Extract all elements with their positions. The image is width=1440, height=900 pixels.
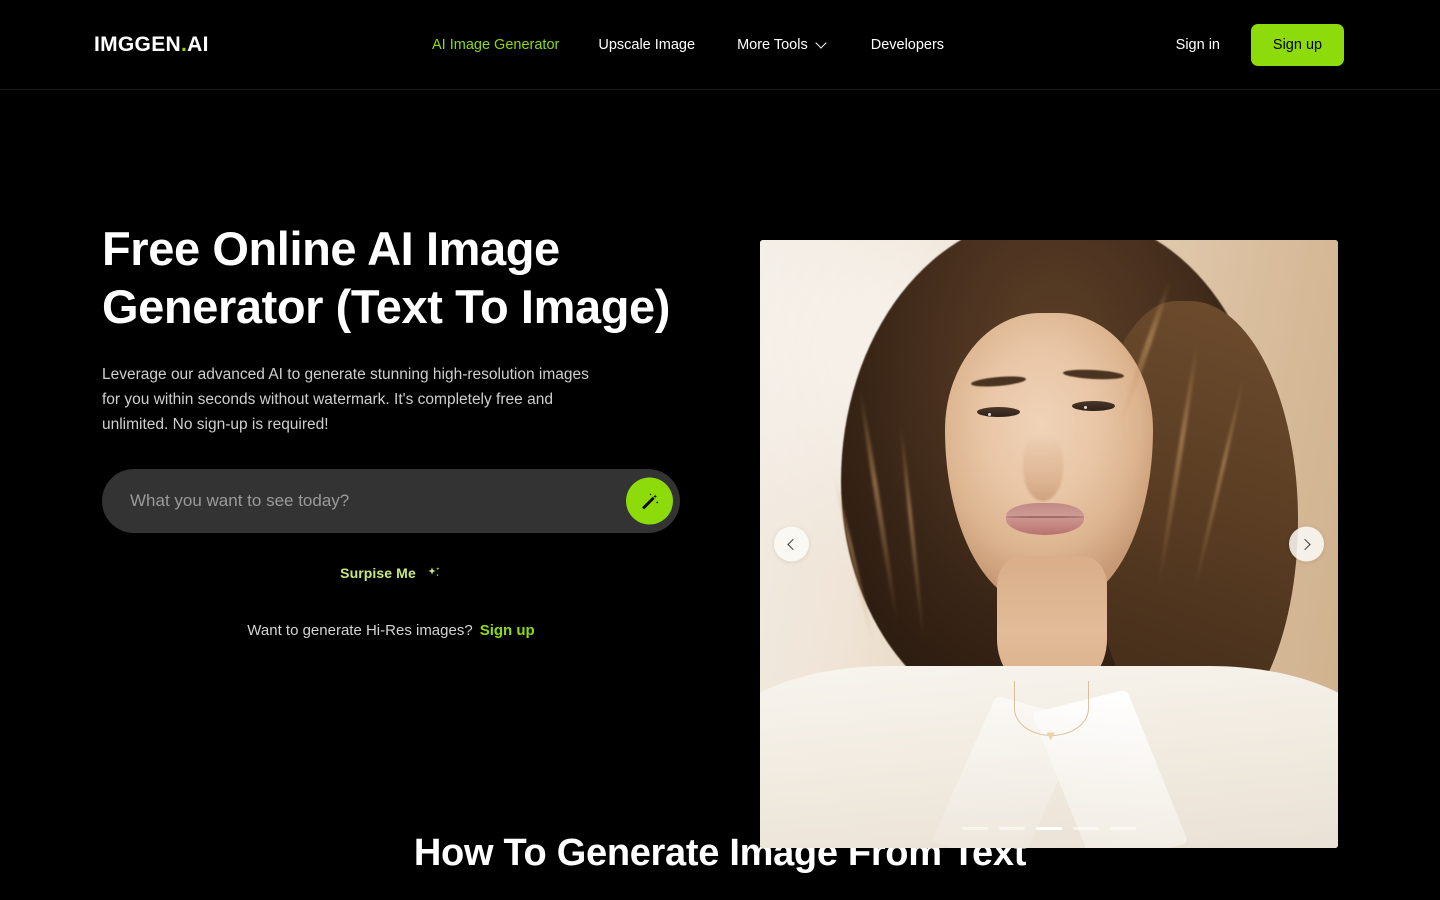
carousel-dot[interactable]	[1073, 827, 1099, 830]
logo[interactable]: IMGGEN. AI	[94, 33, 209, 57]
magic-wand-icon	[641, 492, 659, 509]
sparkles-icon	[428, 567, 440, 577]
hires-text: Want to generate Hi-Res images?	[247, 622, 473, 639]
image-eye-highlight-right	[1083, 405, 1087, 409]
image-lip-line	[1005, 516, 1084, 518]
sign-up-button[interactable]: Sign up	[1251, 24, 1344, 66]
logo-main-text: IMGGEN	[94, 33, 181, 56]
nav-item-more-tools[interactable]: More Tools	[737, 35, 826, 55]
carousel-next-button[interactable]	[1289, 526, 1324, 562]
main-navigation: AI Image Generator Upscale Image More To…	[432, 0, 944, 90]
carousel-image	[760, 240, 1338, 848]
carousel-dot[interactable]	[1110, 827, 1136, 830]
hires-sign-up-link[interactable]: Sign up	[480, 622, 535, 639]
surprise-me-label: Surpise Me	[340, 565, 416, 581]
image-lips	[1005, 503, 1084, 535]
carousel-indicators	[760, 827, 1338, 830]
carousel-dot[interactable]	[999, 827, 1025, 830]
image-eye-right	[1072, 400, 1116, 411]
page-title: Free Online AI Image Generator (Text To …	[102, 222, 671, 333]
prompt-bar	[102, 469, 680, 533]
nav-label-ai-image-generator: AI Image Generator	[432, 37, 560, 53]
header-actions: Sign in Sign up	[1176, 0, 1344, 90]
sign-in-link[interactable]: Sign in	[1176, 37, 1220, 53]
surprise-me-button[interactable]: Surpise Me	[102, 565, 680, 581]
nav-label-more-tools: More Tools	[737, 37, 808, 53]
nav-item-upscale-image[interactable]: Upscale Image	[598, 35, 695, 55]
hero-subtitle: Leverage our advanced AI to generate stu…	[102, 366, 589, 433]
chevron-left-icon	[787, 538, 799, 550]
image-necklace	[1014, 680, 1090, 736]
nav-label-developers: Developers	[870, 37, 945, 53]
carousel-dot[interactable]	[1036, 827, 1062, 830]
hero-content: Free Online AI Image Generator (Text To …	[102, 220, 722, 639]
hero-carousel	[760, 240, 1338, 848]
nav-item-ai-image-generator[interactable]: AI Image Generator	[432, 35, 559, 55]
carousel-dot[interactable]	[962, 827, 988, 830]
logo-suffix-text: AI	[187, 33, 209, 56]
nav-item-developers[interactable]: Developers	[871, 35, 944, 55]
site-header: IMGGEN. AI AI Image Generator Upscale Ima…	[0, 0, 1440, 90]
generate-button[interactable]	[626, 477, 673, 525]
hires-prompt: Want to generate Hi-Res images? Sign up	[102, 622, 680, 639]
nav-label-upscale-image: Upscale Image	[598, 37, 696, 53]
hero-section: Free Online AI Image Generator (Text To …	[0, 90, 1440, 848]
prompt-input[interactable]	[102, 469, 680, 533]
chevron-down-icon	[817, 39, 826, 48]
chevron-right-icon	[1299, 538, 1311, 550]
carousel-prev-button[interactable]	[774, 526, 809, 562]
